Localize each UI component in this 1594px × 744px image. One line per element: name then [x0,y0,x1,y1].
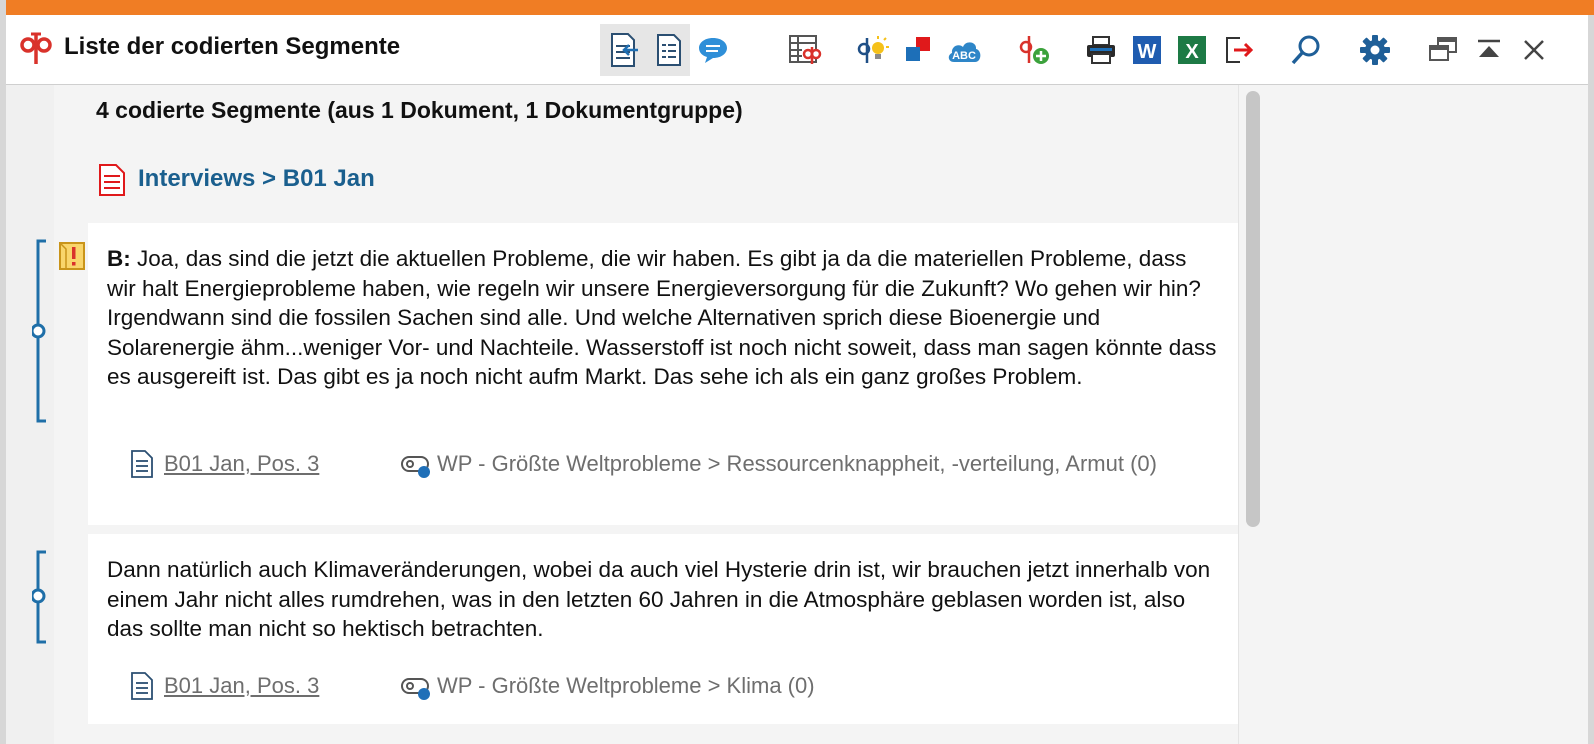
vertical-scrollbar[interactable] [1238,85,1270,744]
code-tag-icon [401,678,430,700]
close-icon [1524,40,1544,60]
code-tag-icon [401,456,430,478]
export-button[interactable] [1216,24,1262,76]
segment-bracket-icon[interactable] [32,550,52,644]
segment-code-label[interactable]: WP - Größte Weltprobleme > Klima (0) [437,671,1197,700]
comment-button[interactable] [690,24,736,76]
segment-text: B: Joa, das sind die jetzt die aktuellen… [107,244,1217,392]
highlight-colors-icon [906,37,930,61]
side-pane [1269,85,1588,744]
speaker-label: B: [107,246,131,271]
segment-card[interactable]: B: Joa, das sind die jetzt die aktuellen… [88,223,1238,525]
print-button[interactable] [1078,24,1124,76]
memo-warning-icon[interactable] [58,241,86,271]
window-accent-bar [6,0,1594,15]
segment-list-area: 4 codierte Segmente (aus 1 Dokument, 1 D… [6,85,1588,744]
title-bar: Liste der codierten Segmente ABC W X [6,15,1588,85]
maximize-panel-icon [1478,39,1500,57]
segment-body: Joa, das sind die jetzt die aktuellen Pr… [107,246,1217,389]
segment-gutter [6,85,55,744]
word-export-button[interactable]: W [1124,24,1170,76]
segment-text: Dann natürlich auch Klimaveränderungen, … [107,555,1217,644]
coded-segments-window: Liste der codierten Segmente ABC W X 4 c… [0,0,1594,744]
segment-summary: 4 codierte Segmente (aus 1 Dokument, 1 D… [96,97,743,123]
search-icon [1291,35,1320,65]
export-icon [1226,37,1254,63]
excel-export-icon: X [1178,36,1206,64]
segment-position-link[interactable]: B01 Jan, Pos. 3 [164,673,319,699]
print-icon [1087,36,1115,64]
show-document-list-icon [657,34,681,66]
maximize-panel-button[interactable] [1466,24,1512,76]
segment-card[interactable]: Dann natürlich auch Klimaveränderungen, … [88,534,1238,724]
svg-text:W: W [1138,41,1157,63]
window-title: Liste der codierten Segmente [64,33,401,60]
segment-position-link[interactable]: B01 Jan, Pos. 3 [164,451,319,477]
document-list-button[interactable] [646,24,692,76]
search-button[interactable] [1283,24,1329,76]
word-export-icon: W [1133,36,1161,64]
document-header-link[interactable]: Interviews > B01 Jan [138,165,375,193]
svg-text:ABC: ABC [952,50,976,62]
undock-window-button[interactable] [1420,24,1466,76]
highlight-colors-button[interactable] [895,24,941,76]
coded-segments-icon [20,32,52,64]
segment-bracket-icon[interactable] [32,239,52,423]
document-position-icon [131,450,153,478]
settings-button[interactable] [1352,24,1398,76]
coded-segments-list: 4 codierte Segmente (aus 1 Dokument, 1 D… [54,85,1238,744]
jump-to-document-icon [611,33,638,67]
add-code-button[interactable] [1010,24,1056,76]
pdf-document-icon [99,164,125,196]
excel-export-button[interactable]: X [1169,24,1215,76]
code-idea-button[interactable] [849,24,895,76]
svg-text:X: X [1185,41,1199,63]
undock-window-icon [1429,37,1457,61]
scrollbar-thumb[interactable] [1246,91,1260,527]
close-button[interactable] [1511,24,1557,76]
comment-bubble-icon [699,38,727,63]
segment-code-label[interactable]: WP - Größte Weltprobleme > Ressourcenkna… [437,449,1197,478]
code-table-button[interactable] [782,24,828,76]
code-table-icon [789,35,822,64]
word-cloud-abc-icon: ABC [948,42,981,62]
add-code-icon [1019,36,1049,64]
word-cloud-button[interactable]: ABC [941,24,987,76]
document-position-icon [131,672,153,700]
settings-gear-icon [1360,35,1390,65]
segment-body: Dann natürlich auch Klimaveränderungen, … [107,557,1211,641]
code-idea-icon [857,36,889,63]
